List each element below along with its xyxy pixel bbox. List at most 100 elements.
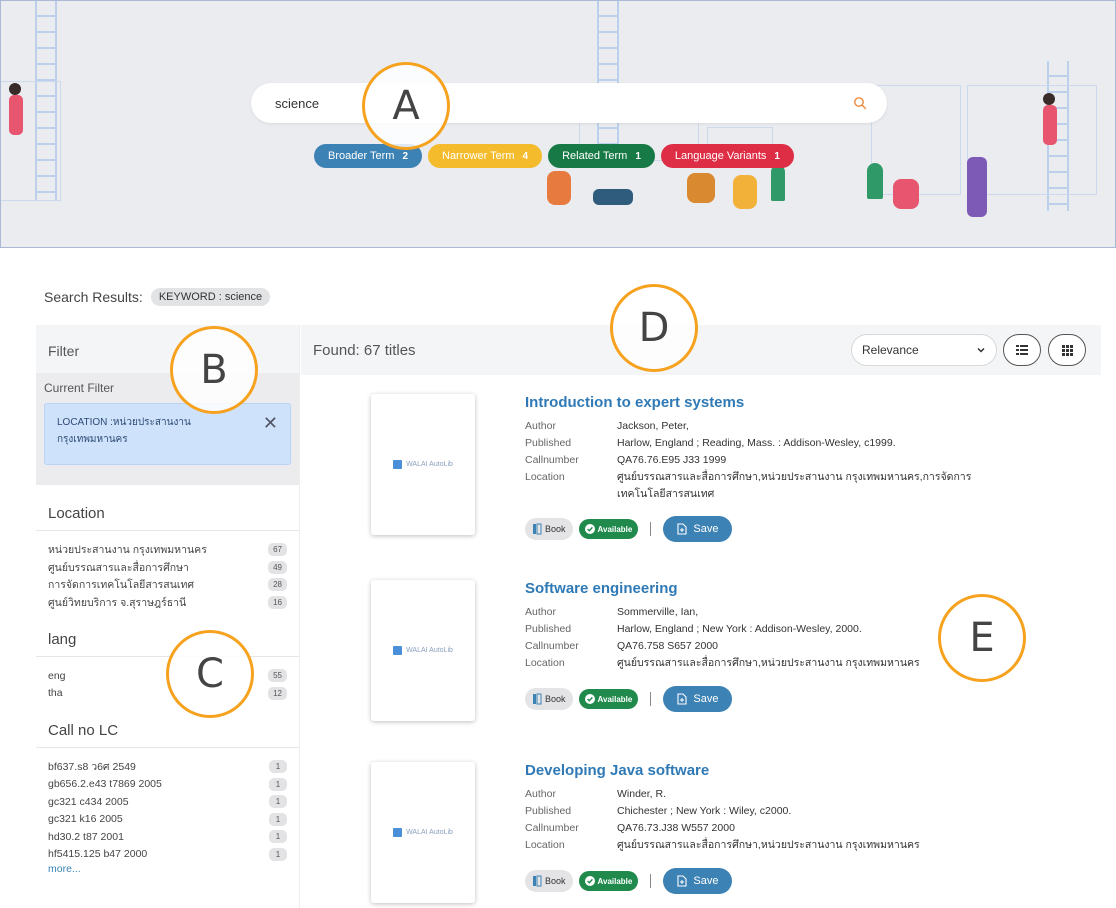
book-icon <box>533 875 542 887</box>
sort-select[interactable]: Relevance <box>851 334 997 366</box>
book-type-badge: Book <box>525 870 573 892</box>
facet-count-badge: 1 <box>269 777 287 791</box>
result-title[interactable]: Introduction to expert systems <box>525 394 744 411</box>
check-circle-icon <box>584 876 595 886</box>
search-icon[interactable] <box>853 96 867 110</box>
meta-label: Location <box>525 471 565 483</box>
facet-item[interactable]: bf637.s8 ว6ศ 2549 1 <box>48 758 287 776</box>
available-label: Available <box>597 694 633 704</box>
facet-item[interactable]: ศูนย์วิทยบริการ จ.สุราษฎร์ธานี 16 <box>48 594 287 612</box>
results-count: Found: 67 titles <box>313 341 416 359</box>
save-button[interactable]: Save <box>663 686 733 712</box>
meta-label: Author <box>525 788 556 800</box>
reader-illustration <box>893 179 919 209</box>
book-label: Book <box>545 876 566 886</box>
meta-label: Location <box>525 839 565 851</box>
save-file-icon <box>677 523 687 535</box>
chip-label: Narrower Term <box>442 150 515 162</box>
meta-label: Published <box>525 437 572 449</box>
meta-author: Winder, R. <box>617 788 667 800</box>
facet-item-label: ศูนย์บรรณสารและสื่อการศึกษา <box>48 561 189 574</box>
facet-item-label: ศูนย์วิทยบริการ จ.สุราษฎร์ธานี <box>48 596 187 609</box>
related-term-chip[interactable]: Related Term 1 <box>548 144 655 168</box>
meta-label: Location <box>525 657 565 669</box>
chip-label: Language Variants <box>674 150 767 162</box>
meta-location: ศูนย์บรรณสารและสื่อการศึกษา,หน่วยประสานง… <box>617 471 972 500</box>
result-actions: Book Available Save <box>525 686 733 712</box>
search-bar[interactable] <box>251 83 887 123</box>
result-actions: Book Available Save <box>525 516 733 542</box>
result-title[interactable]: Developing Java software <box>525 762 709 779</box>
facet-item[interactable]: ศูนย์บรรณสารและสื่อการศึกษา 49 <box>48 559 287 577</box>
reader-illustration <box>593 189 633 205</box>
plant-illustration <box>867 163 883 199</box>
annotation-marker-c: C <box>166 630 254 718</box>
available-badge: Available <box>578 871 639 891</box>
meta-label: Author <box>525 420 556 432</box>
facet-count-badge: 49 <box>268 560 287 574</box>
close-icon[interactable]: ✕ <box>263 414 278 432</box>
facet-item[interactable]: gb656.2.e43 t7869 2005 1 <box>48 776 287 794</box>
current-filter-value: กรุงเทพมหานคร <box>57 434 128 445</box>
facet-count-badge: 12 <box>268 686 287 700</box>
save-button[interactable]: Save <box>663 868 733 894</box>
meta-label: Published <box>525 623 572 635</box>
book-icon <box>533 523 542 535</box>
facet-count-badge: 67 <box>268 543 287 557</box>
chip-count: 2 <box>402 150 408 162</box>
facet-item-label: gc321 c434 2005 <box>48 795 129 808</box>
list-view-button[interactable] <box>1003 334 1041 366</box>
book-icon <box>533 693 542 705</box>
results-header: Found: 67 titles Relevance <box>301 325 1101 375</box>
book-type-badge: Book <box>525 688 573 710</box>
hero-banner: Broader Term 2 Narrower Term 4 Related Ter… <box>0 0 1116 248</box>
meta-label: Callnumber <box>525 640 579 652</box>
book-cover[interactable]: WALAI AutoLib <box>371 762 475 903</box>
facet-item-label: gc321 k16 2005 <box>48 813 123 826</box>
more-link[interactable]: more... <box>48 863 287 875</box>
book-cover[interactable]: WALAI AutoLib <box>371 580 475 721</box>
save-label: Save <box>693 693 719 705</box>
facet-count-badge: 1 <box>269 812 287 826</box>
facet-call-no: Call no LC bf637.s8 ว6ศ 2549 1 gb656.2.e4… <box>36 702 299 875</box>
facet-item-label: tha <box>48 687 63 700</box>
result-title[interactable]: Software engineering <box>525 580 678 597</box>
reader-illustration <box>9 83 21 95</box>
current-filter-value: LOCATION :หน่วยประสานงาน <box>57 417 191 428</box>
facet-count-badge: 16 <box>268 595 287 609</box>
divider <box>650 874 652 888</box>
book-type-badge: Book <box>525 518 573 540</box>
facet-item[interactable]: hf5415.125 b47 2000 1 <box>48 846 287 864</box>
annotation-marker-e: E <box>938 594 1026 682</box>
walai-logo-icon <box>393 460 403 469</box>
save-label: Save <box>693 523 719 535</box>
cover-text: WALAI AutoLib <box>406 461 453 468</box>
facet-item[interactable]: gc321 c434 2005 1 <box>48 793 287 811</box>
meta-label: Published <box>525 805 572 817</box>
facet-count-badge: 55 <box>268 669 287 683</box>
facet-item[interactable]: การจัดการเทคโนโลยีสารสนเทศ 28 <box>48 576 287 594</box>
chip-count: 1 <box>774 150 780 162</box>
reader-illustration <box>547 171 571 205</box>
book-cover[interactable]: WALAI AutoLib <box>371 394 475 535</box>
chevron-down-icon <box>977 347 985 353</box>
facet-item-label: หน่วยประสานงาน กรุงเทพมหานคร <box>48 544 207 557</box>
facet-item[interactable]: หน่วยประสานงาน กรุงเทพมหานคร 67 <box>48 541 287 559</box>
facet-item[interactable]: hd30.2 t87 2001 1 <box>48 828 287 846</box>
narrower-term-chip[interactable]: Narrower Term 4 <box>428 144 543 168</box>
facet-item[interactable]: gc321 k16 2005 1 <box>48 811 287 829</box>
annotation-marker-b: B <box>170 326 258 414</box>
meta-location: ศูนย์บรรณสารและสื่อการศึกษา,หน่วยประสานง… <box>617 839 920 851</box>
chip-count: 1 <box>635 150 641 162</box>
meta-label: Author <box>525 606 556 618</box>
chip-label: Broader Term <box>328 150 395 162</box>
facet-item-label: gb656.2.e43 t7869 2005 <box>48 778 162 791</box>
facet-count-badge: 1 <box>269 830 287 844</box>
save-button[interactable]: Save <box>663 516 733 542</box>
grid-view-button[interactable] <box>1048 334 1086 366</box>
meta-label: Callnumber <box>525 454 579 466</box>
reader-illustration <box>1043 93 1055 105</box>
language-variants-chip[interactable]: Language Variants 1 <box>660 144 794 168</box>
related-terms-bar: Broader Term 2 Narrower Term 4 Related Ter… <box>314 144 794 168</box>
meta-label: Callnumber <box>525 822 579 834</box>
